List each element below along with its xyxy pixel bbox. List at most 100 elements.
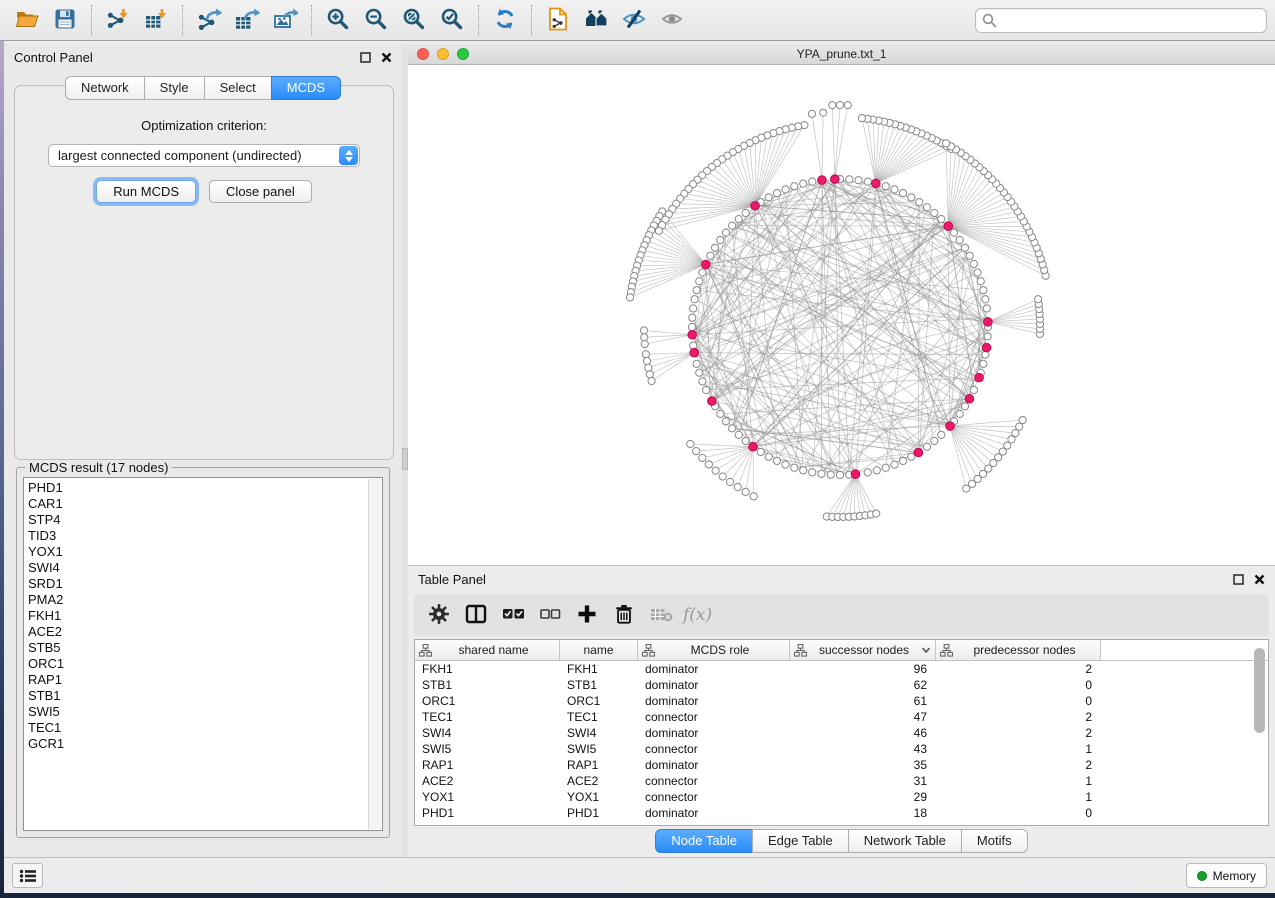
result-list-item[interactable]: SRD1	[28, 576, 382, 592]
cell-name[interactable]: ACE2	[560, 774, 638, 788]
cell-shared-name[interactable]: ORC1	[415, 694, 560, 708]
table-row[interactable]: STB1STB1dominator620	[415, 677, 1268, 693]
cell-MCDS-role[interactable]: connector	[638, 774, 790, 788]
tab-style[interactable]: Style	[144, 76, 205, 100]
column-header-shared-name[interactable]: shared name	[415, 640, 560, 660]
table-row[interactable]: ORC1ORC1dominator610	[415, 693, 1268, 709]
column-header-successor-nodes[interactable]: successor nodes	[790, 640, 936, 660]
zoom-in-button[interactable]	[319, 3, 357, 37]
export-network-button[interactable]	[190, 3, 228, 37]
cell-name[interactable]: TEC1	[560, 710, 638, 724]
cell-name[interactable]: SWI5	[560, 742, 638, 756]
result-list-item[interactable]: ACE2	[28, 624, 382, 640]
result-list-item[interactable]: GCR1	[28, 736, 382, 752]
cell-MCDS-role[interactable]: connector	[638, 742, 790, 756]
table-row[interactable]: PHD1PHD1dominator180	[415, 805, 1268, 821]
table-row[interactable]: FKH1FKH1dominator962	[415, 661, 1268, 677]
table-tab-motifs[interactable]: Motifs	[961, 829, 1028, 853]
cell-predecessor-nodes[interactable]: 2	[936, 758, 1101, 772]
result-list-item[interactable]: STP4	[28, 512, 382, 528]
close-table-panel-icon[interactable]	[1254, 574, 1265, 585]
cell-predecessor-nodes[interactable]: 2	[936, 726, 1101, 740]
result-list-item[interactable]: STB5	[28, 640, 382, 656]
mcds-result-list[interactable]: PHD1CAR1STP4TID3YOX1SWI4SRD1PMA2FKH1ACE2…	[23, 477, 383, 831]
cell-successor-nodes[interactable]: 43	[790, 742, 936, 756]
cell-name[interactable]: PHD1	[560, 806, 638, 820]
cell-successor-nodes[interactable]: 29	[790, 790, 936, 804]
cell-shared-name[interactable]: TEC1	[415, 710, 560, 724]
column-header-MCDS-role[interactable]: MCDS role	[638, 640, 790, 660]
cell-MCDS-role[interactable]: connector	[638, 790, 790, 804]
result-list-item[interactable]: CAR1	[28, 496, 382, 512]
cell-shared-name[interactable]: SWI4	[415, 726, 560, 740]
result-list-item[interactable]: TID3	[28, 528, 382, 544]
result-list-item[interactable]: PMA2	[28, 592, 382, 608]
unselect-all-button[interactable]	[535, 599, 565, 631]
cell-predecessor-nodes[interactable]: 0	[936, 694, 1101, 708]
table-row[interactable]: SWI5SWI5connector431	[415, 741, 1268, 757]
cell-shared-name[interactable]: RAP1	[415, 758, 560, 772]
cell-name[interactable]: FKH1	[560, 662, 638, 676]
import-network-button[interactable]	[99, 3, 137, 37]
delete-column-button[interactable]	[609, 599, 639, 631]
float-table-panel-icon[interactable]	[1233, 574, 1244, 585]
cell-MCDS-role[interactable]: connector	[638, 710, 790, 724]
table-scrollbar[interactable]	[1254, 648, 1266, 817]
column-header-name[interactable]: name	[560, 640, 638, 660]
result-list-item[interactable]: STB1	[28, 688, 382, 704]
cell-shared-name[interactable]: FKH1	[415, 662, 560, 676]
result-list-item[interactable]: PHD1	[28, 480, 382, 496]
table-tab-network-table[interactable]: Network Table	[848, 829, 962, 853]
run-mcds-button[interactable]: Run MCDS	[96, 180, 196, 203]
cell-predecessor-nodes[interactable]: 1	[936, 742, 1101, 756]
export-image-button[interactable]	[266, 3, 304, 37]
cell-shared-name[interactable]: SWI5	[415, 742, 560, 756]
table-row[interactable]: TEC1TEC1connector472	[415, 709, 1268, 725]
search-input[interactable]	[975, 8, 1267, 33]
cell-name[interactable]: RAP1	[560, 758, 638, 772]
cell-successor-nodes[interactable]: 96	[790, 662, 936, 676]
result-list-item[interactable]: ORC1	[28, 656, 382, 672]
float-panel-icon[interactable]	[360, 52, 371, 63]
close-panel-icon[interactable]	[381, 52, 392, 63]
table-tab-node-table[interactable]: Node Table	[655, 829, 753, 853]
close-panel-button[interactable]: Close panel	[209, 180, 312, 203]
cell-MCDS-role[interactable]: dominator	[638, 662, 790, 676]
cell-predecessor-nodes[interactable]: 0	[936, 806, 1101, 820]
cell-name[interactable]: ORC1	[560, 694, 638, 708]
cell-MCDS-role[interactable]: dominator	[638, 678, 790, 692]
result-list-item[interactable]: RAP1	[28, 672, 382, 688]
hide-selected-button[interactable]	[615, 3, 653, 37]
table-row[interactable]: YOX1YOX1connector291	[415, 789, 1268, 805]
table-row[interactable]: SWI4SWI4dominator462	[415, 725, 1268, 741]
cell-predecessor-nodes[interactable]: 2	[936, 662, 1101, 676]
network-window-titlebar[interactable]: YPA_prune.txt_1	[408, 44, 1275, 65]
table-row[interactable]: RAP1RAP1dominator352	[415, 757, 1268, 773]
cell-successor-nodes[interactable]: 35	[790, 758, 936, 772]
cell-predecessor-nodes[interactable]: 1	[936, 774, 1101, 788]
cell-predecessor-nodes[interactable]: 2	[936, 710, 1101, 724]
console-button[interactable]	[12, 863, 43, 888]
cell-shared-name[interactable]: YOX1	[415, 790, 560, 804]
cell-name[interactable]: YOX1	[560, 790, 638, 804]
refresh-button[interactable]	[486, 3, 524, 37]
result-list-item[interactable]: YOX1	[28, 544, 382, 560]
zoom-selected-button[interactable]	[433, 3, 471, 37]
cell-successor-nodes[interactable]: 47	[790, 710, 936, 724]
overview-button[interactable]	[577, 3, 615, 37]
cell-predecessor-nodes[interactable]: 1	[936, 790, 1101, 804]
result-list-item[interactable]: SWI4	[28, 560, 382, 576]
cell-successor-nodes[interactable]: 62	[790, 678, 936, 692]
cell-shared-name[interactable]: PHD1	[415, 806, 560, 820]
result-list-scrollbar[interactable]	[368, 479, 381, 829]
cell-successor-nodes[interactable]: 46	[790, 726, 936, 740]
result-list-item[interactable]: SWI5	[28, 704, 382, 720]
result-list-item[interactable]: TEC1	[28, 720, 382, 736]
tab-select[interactable]: Select	[204, 76, 272, 100]
cell-name[interactable]: STB1	[560, 678, 638, 692]
tab-mcds[interactable]: MCDS	[271, 76, 341, 100]
memory-button[interactable]: Memory	[1186, 863, 1267, 888]
zoom-out-button[interactable]	[357, 3, 395, 37]
save-session-button[interactable]	[46, 3, 84, 37]
add-column-button[interactable]	[572, 599, 602, 631]
